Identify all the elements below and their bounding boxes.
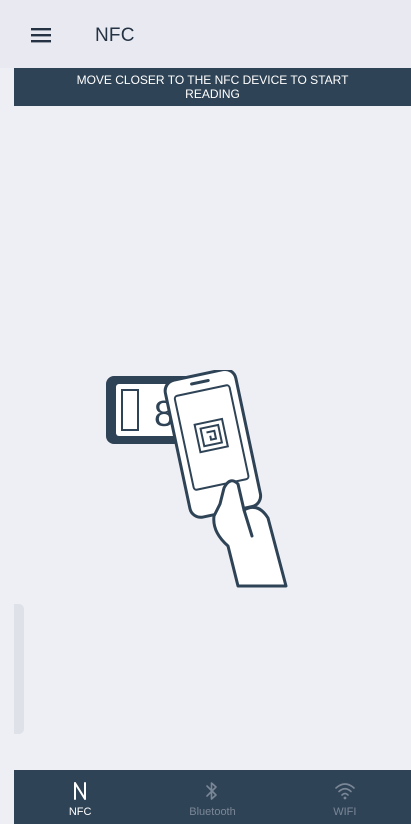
tab-nfc[interactable]: NFC — [14, 770, 146, 824]
bottom-navigation: NFC Bluetooth WIFI — [14, 770, 411, 824]
bluetooth-icon — [201, 780, 223, 802]
hamburger-menu-icon[interactable] — [28, 22, 60, 50]
tab-nfc-label: NFC — [68, 806, 92, 818]
tab-bluetooth-label: Bluetooth — [189, 806, 236, 818]
nfc-icon — [69, 780, 91, 802]
wifi-icon — [334, 780, 356, 802]
instruction-banner: MOVE CLOSER TO THE NFC DEVICE TO START R… — [14, 68, 411, 106]
nfc-tap-phone-illustration: 8 — [100, 367, 300, 605]
tab-wifi-label: WIFI — [333, 806, 357, 818]
app-bar: NFC — [0, 0, 411, 68]
instruction-banner-text: MOVE CLOSER TO THE NFC DEVICE TO START R… — [76, 73, 349, 101]
app-screen: NFC MOVE CLOSER TO THE NFC DEVICE TO STA… — [0, 0, 411, 824]
side-drawer-handle[interactable] — [14, 604, 24, 734]
page-title: NFC — [95, 25, 135, 46]
tab-bluetooth[interactable]: Bluetooth — [146, 770, 278, 824]
tab-wifi[interactable]: WIFI — [279, 770, 411, 824]
